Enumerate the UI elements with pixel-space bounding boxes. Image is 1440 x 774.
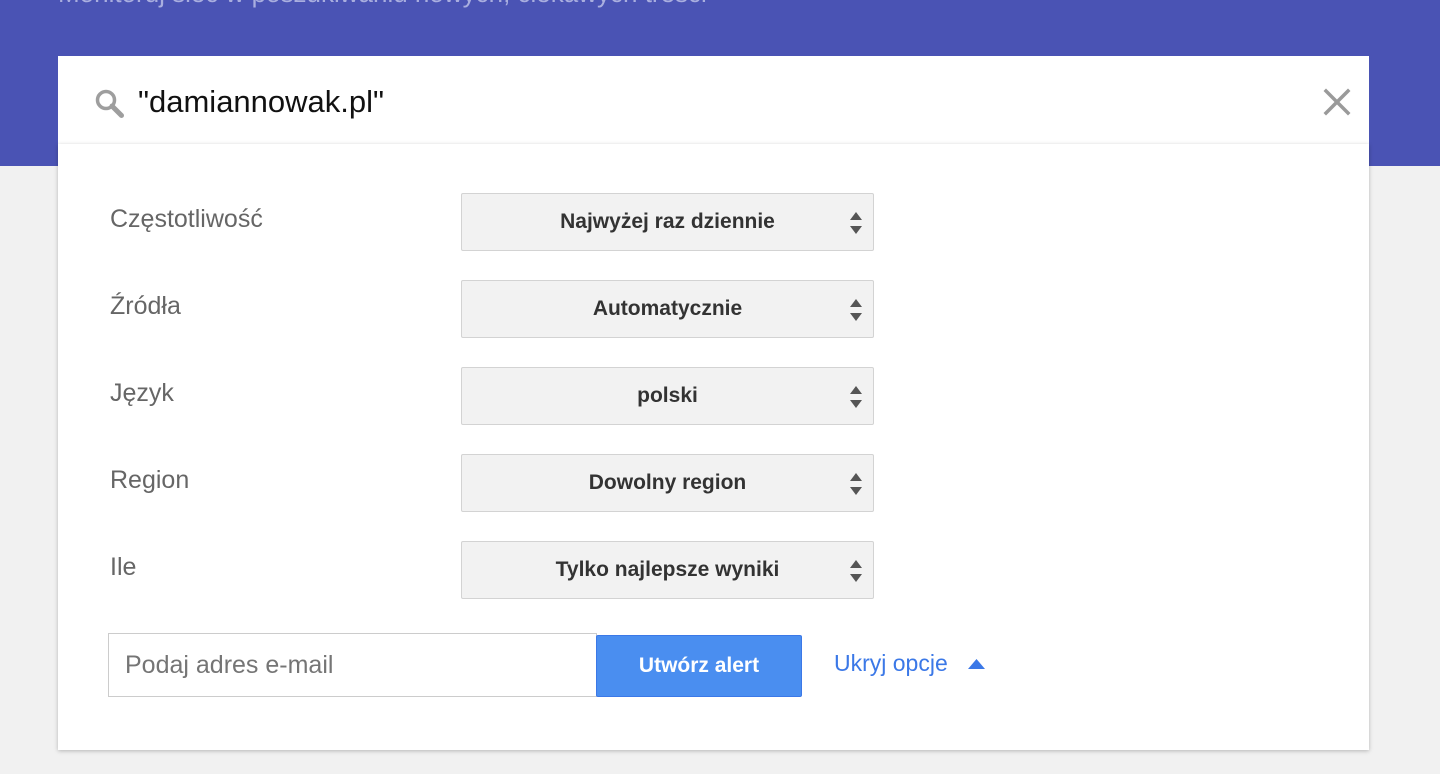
search-query-input[interactable]: "damiannowak.pl" xyxy=(138,84,384,120)
create-alert-button[interactable]: Utwórz alert xyxy=(596,635,802,697)
how-many-select[interactable]: Tylko najlepsze wyniki xyxy=(461,541,874,599)
sources-select[interactable]: Automatycznie xyxy=(461,280,874,338)
header-tagline: Monitoruj sieć w poszukiwaniu nowych, ci… xyxy=(58,0,707,9)
region-label: Region xyxy=(110,466,190,494)
sources-label: Źródła xyxy=(110,292,181,320)
email-field[interactable] xyxy=(108,633,597,697)
language-label: Język xyxy=(110,379,174,407)
google-alerts-page: Monitoruj sieć w poszukiwaniu nowych, ci… xyxy=(0,0,1440,774)
frequency-select-value: Najwyżej raz dziennie xyxy=(560,210,775,233)
language-select-value: polski xyxy=(637,384,698,407)
how-many-select-value: Tylko najlepsze wyniki xyxy=(555,558,780,581)
close-icon[interactable] xyxy=(1322,87,1352,117)
select-arrows-icon xyxy=(850,299,862,321)
language-select[interactable]: polski xyxy=(461,367,874,425)
select-arrows-icon xyxy=(850,560,862,582)
how-many-label: Ile xyxy=(110,553,137,581)
region-select[interactable]: Dowolny region xyxy=(461,454,874,512)
select-arrows-icon xyxy=(850,212,862,234)
frequency-label: Częstotliwość xyxy=(110,205,263,233)
frequency-select[interactable]: Najwyżej raz dziennie xyxy=(461,193,874,251)
select-arrows-icon xyxy=(850,386,862,408)
region-select-value: Dowolny region xyxy=(588,471,747,494)
search-icon xyxy=(95,89,124,118)
caret-up-icon[interactable] xyxy=(967,658,986,670)
hide-options-link[interactable]: Ukryj opcje xyxy=(834,650,948,677)
sources-select-value: Automatycznie xyxy=(592,297,743,320)
select-arrows-icon xyxy=(850,473,862,495)
